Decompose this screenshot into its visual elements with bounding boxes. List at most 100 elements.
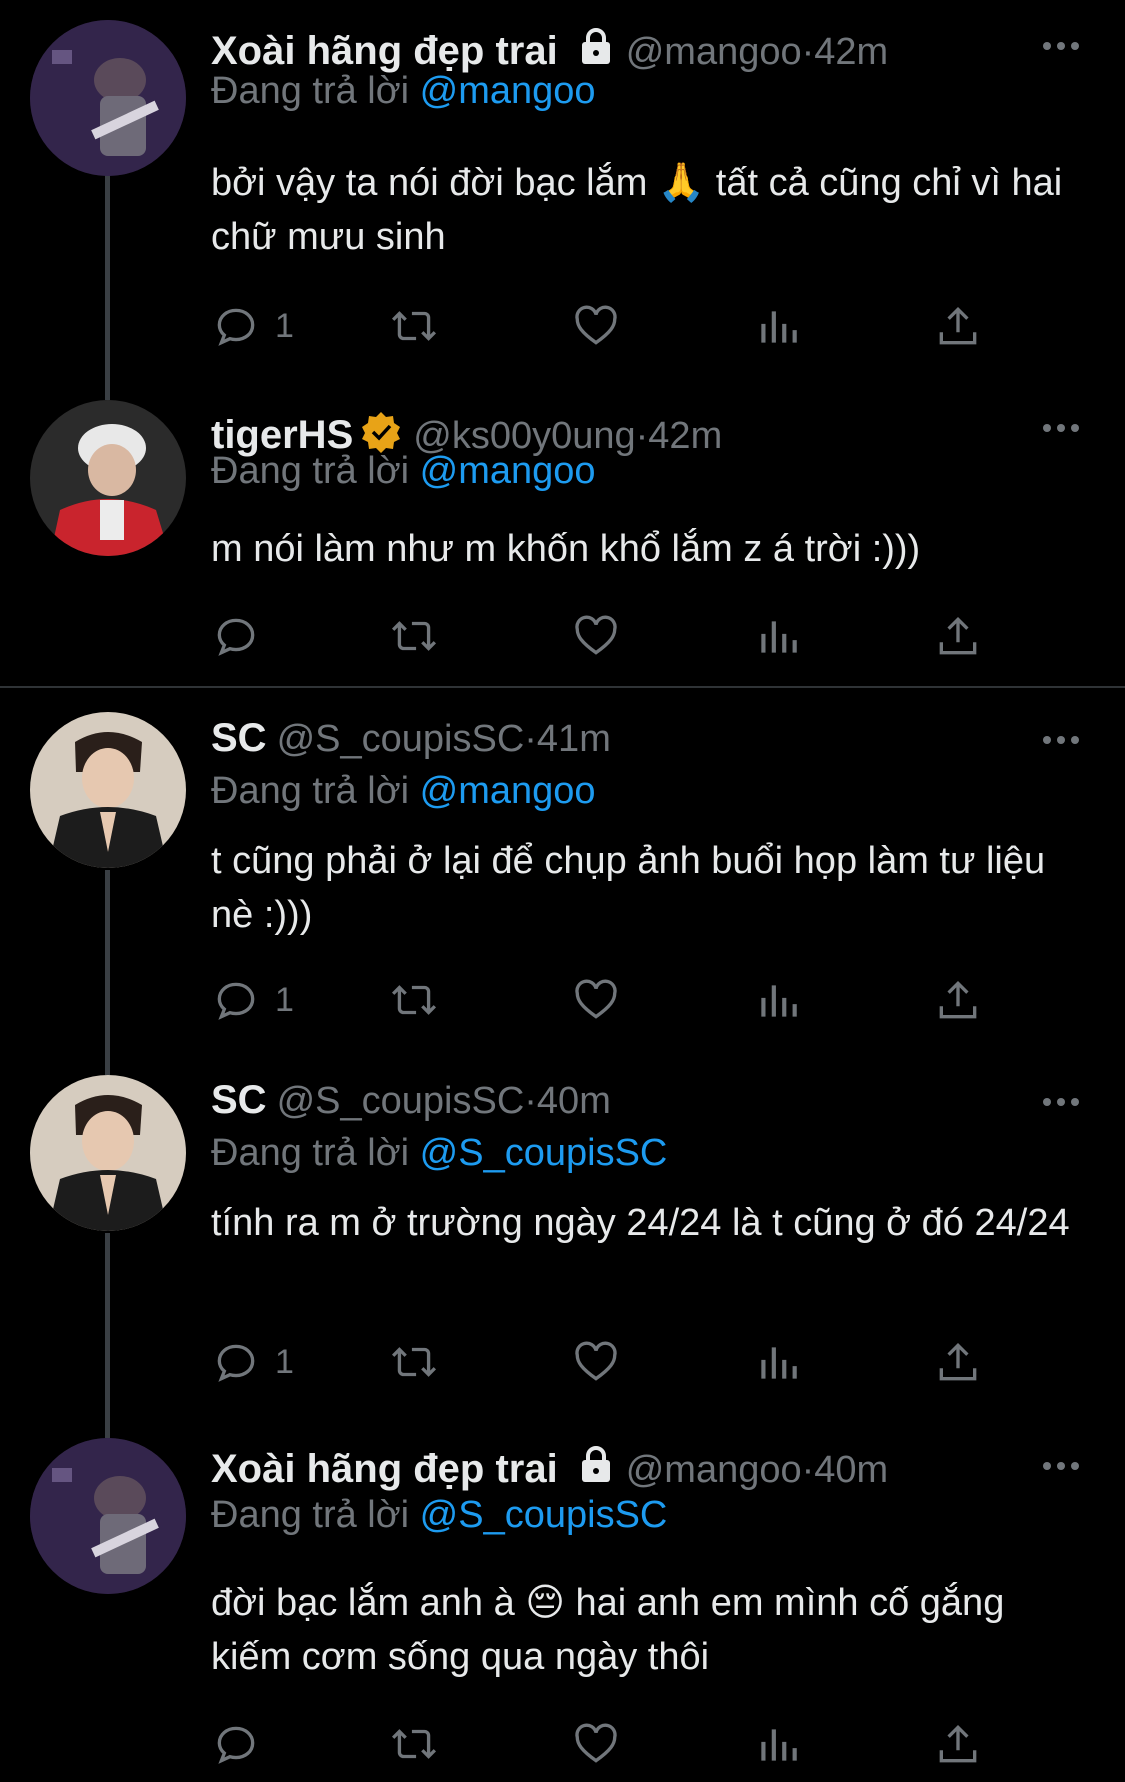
views-button[interactable] [753,1716,803,1772]
action-bar: 1 [211,972,1011,1028]
like-button[interactable] [571,608,621,664]
retweet-icon [391,1347,437,1377]
reply-count: 1 [275,980,294,1019]
timestamp[interactable]: 42m [814,31,888,74]
tweet-text: tính ra m ở trường ngày 24/24 là t cũng … [211,1202,1070,1244]
analytics-icon [761,621,797,653]
more-options-icon[interactable] [1041,36,1081,56]
avatar[interactable] [30,400,186,556]
retweet-button[interactable] [389,1716,439,1772]
lock-icon [576,28,616,68]
like-button[interactable] [571,1716,621,1772]
thread-line [105,870,110,1075]
tweet-text: m nói làm như m khốn khổ lắm z á trời :)… [211,528,921,570]
replying-to-mention[interactable]: @mangoo [420,70,596,112]
author-handle[interactable]: @S_coupisSC [277,1080,525,1123]
retweet-icon [391,311,437,341]
avatar[interactable] [30,20,186,176]
tweet-header: SC @S_coupisSC · 40m [211,1078,611,1123]
separator: · [635,415,649,457]
views-button[interactable] [753,298,803,354]
timestamp[interactable]: 40m [537,1080,611,1123]
reply-icon [217,982,255,1020]
more-options-icon[interactable] [1041,730,1081,750]
heart-icon [575,615,617,655]
author-name[interactable]: SC [211,716,267,761]
reply-icon [217,1726,255,1764]
tweet-text: đời bạc lắm anh à 😔 hai anh em mình cố g… [211,1582,1005,1678]
replying-to-mention[interactable]: @mangoo [420,450,596,492]
reply-button[interactable]: 1 [211,298,294,354]
analytics-icon [761,1347,797,1379]
more-options-icon[interactable] [1041,1456,1081,1476]
analytics-icon [761,311,797,343]
replying-to-mention[interactable]: @S_coupisSC [420,1132,668,1174]
heart-icon [575,979,617,1019]
reply-button[interactable] [211,608,275,664]
retweet-button[interactable] [389,298,439,354]
replying-to-mention[interactable]: @mangoo [420,770,596,812]
replying-to-label: Đang trả lời [211,70,410,112]
lock-icon [576,1446,616,1486]
replying-to-label: Đang trả lời [211,1494,410,1536]
reply-button[interactable] [211,1716,275,1772]
replying-to-label: Đang trả lời [211,1132,410,1174]
share-button[interactable] [933,298,983,354]
verified-icon [359,410,403,454]
avatar[interactable] [30,1438,186,1594]
reply-button[interactable]: 1 [211,1334,294,1390]
avatar[interactable] [30,712,186,868]
retweet-button[interactable] [389,608,439,664]
replying-to: Đang trả lời @mangoo [211,770,596,813]
author-handle[interactable]: @mangoo [626,1449,802,1492]
heart-icon [575,305,617,345]
tweet-header: Xoài hãng đẹp trai @mangoo · 40m [211,1442,888,1492]
thread-divider [0,686,1125,688]
heart-icon [575,1341,617,1381]
replying-to-label: Đang trả lời [211,770,410,812]
retweet-button[interactable] [389,1334,439,1390]
share-button[interactable] [933,1334,983,1390]
action-bar: 1 [211,1334,1011,1390]
retweet-button[interactable] [389,972,439,1028]
reply-button[interactable]: 1 [211,972,294,1028]
analytics-icon [761,985,797,1017]
thread-line [105,1233,110,1438]
reply-icon [217,618,255,656]
author-name[interactable]: Xoài hãng đẹp trai [211,1447,558,1492]
reply-count: 1 [275,1342,294,1381]
replying-to: Đang trả lời @S_coupisSC [211,1494,667,1537]
replying-to: Đang trả lời @mangoo [211,70,596,113]
author-name[interactable]: SC [211,1078,267,1123]
more-options-icon[interactable] [1041,1092,1081,1112]
views-button[interactable] [753,1334,803,1390]
replying-to: Đang trả lời @S_coupisSC [211,1132,667,1175]
action-bar [211,608,1011,664]
tweet-header: Xoài hãng đẹp trai @mangoo · 42m [211,24,888,74]
like-button[interactable] [571,972,621,1028]
views-button[interactable] [753,608,803,664]
share-icon [939,980,977,1019]
author-name[interactable]: Xoài hãng đẹp trai [211,29,558,74]
author-handle[interactable]: @S_coupisSC [277,718,525,761]
share-button[interactable] [933,608,983,664]
action-bar [211,1716,1011,1772]
like-button[interactable] [571,298,621,354]
like-button[interactable] [571,1334,621,1390]
analytics-icon [761,1729,797,1761]
timestamp[interactable]: 41m [537,718,611,761]
timestamp[interactable]: 42m [648,415,722,458]
separator: · [524,1080,537,1122]
heart-icon [575,1723,617,1763]
more-options-icon[interactable] [1041,418,1081,438]
replying-to: Đang trả lời @mangoo [211,450,596,493]
tweet-text: t cũng phải ở lại để chụp ảnh buổi họp l… [211,840,1046,936]
share-button[interactable] [933,1716,983,1772]
timestamp[interactable]: 40m [814,1449,888,1492]
retweet-icon [391,985,437,1015]
author-handle[interactable]: @mangoo [626,31,802,74]
views-button[interactable] [753,972,803,1028]
replying-to-mention[interactable]: @S_coupisSC [420,1494,668,1536]
avatar[interactable] [30,1075,186,1231]
share-button[interactable] [933,972,983,1028]
